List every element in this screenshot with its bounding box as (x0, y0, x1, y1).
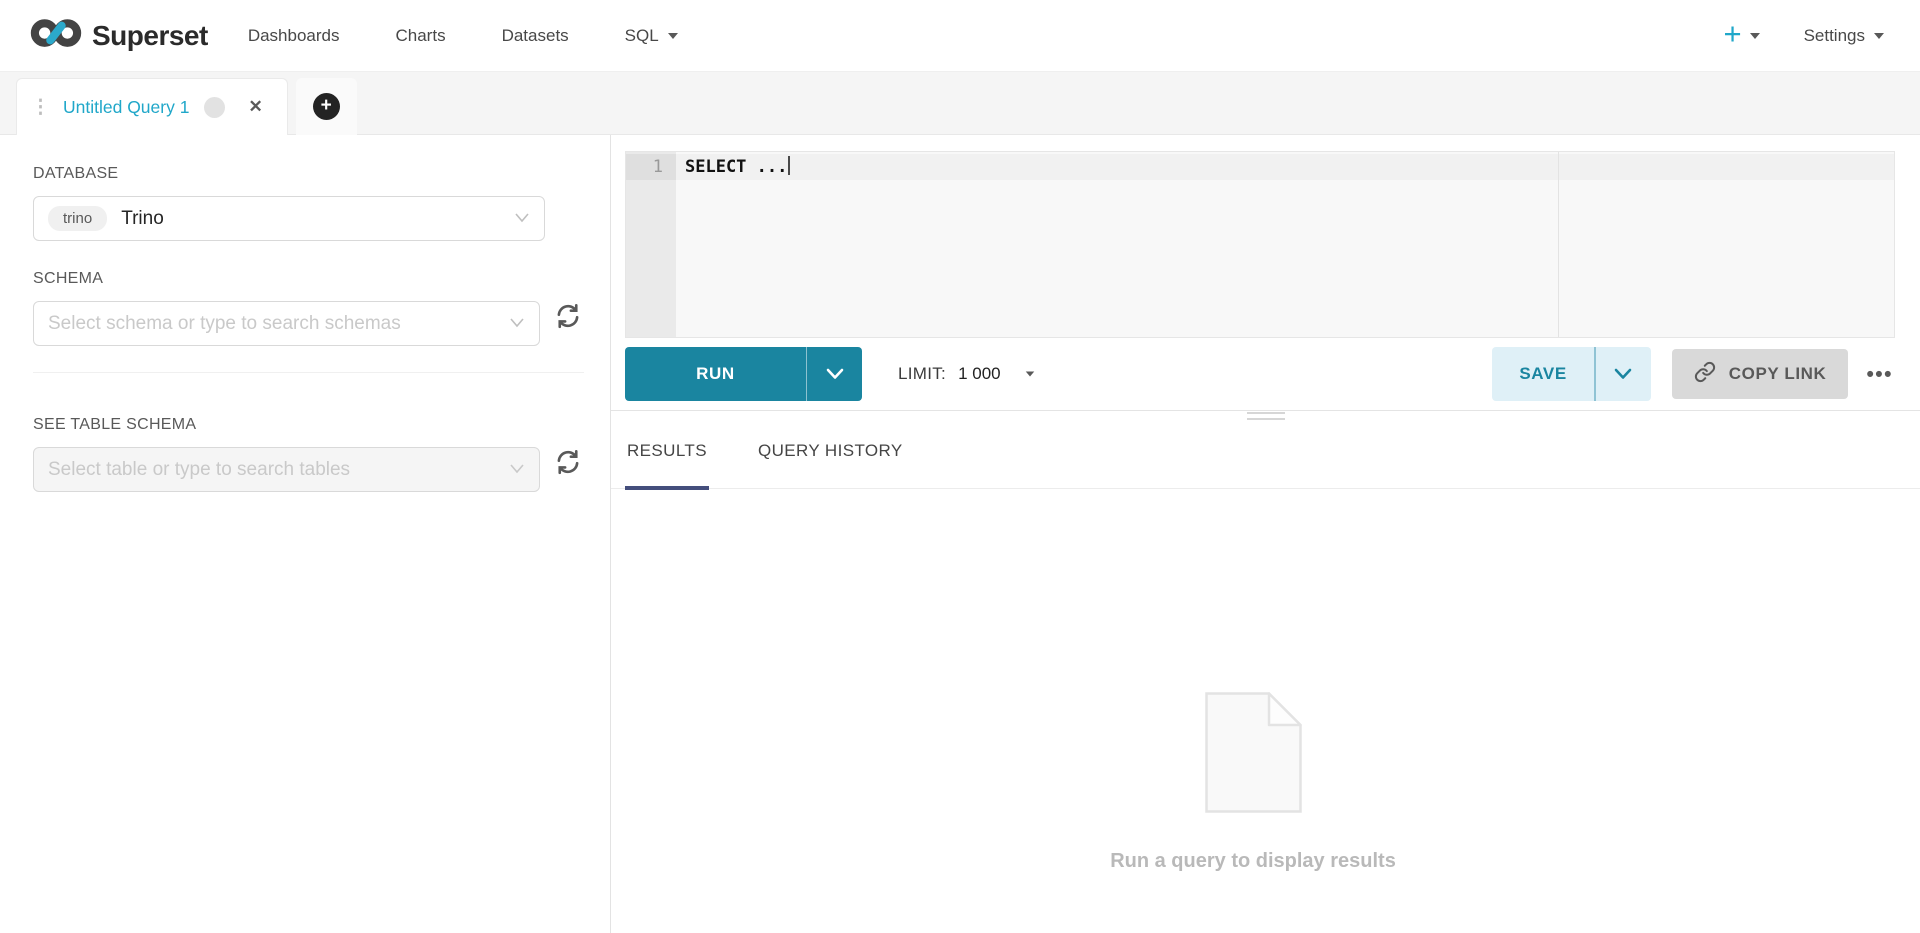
text-cursor (788, 156, 790, 175)
limit-dropdown[interactable]: LIMIT: 1 000 (898, 364, 1035, 384)
save-split-button: SAVE (1492, 347, 1650, 401)
pane-resize-handle[interactable] (1247, 408, 1285, 424)
run-button[interactable]: RUN (625, 347, 806, 401)
save-options-button[interactable] (1596, 347, 1651, 401)
ellipsis-icon: ••• (1866, 363, 1893, 386)
settings-menu[interactable]: Settings (1804, 26, 1884, 46)
chevron-down-icon (1874, 33, 1884, 39)
database-value: Trino (121, 208, 164, 230)
more-actions-button[interactable]: ••• (1864, 358, 1895, 391)
table-select-input[interactable] (48, 459, 509, 481)
limit-value: 1 000 (958, 364, 1001, 384)
refresh-icon (553, 301, 583, 334)
database-select[interactable]: trino Trino (33, 196, 545, 241)
nav-item-sql[interactable]: SQL (625, 26, 678, 46)
sql-editor-panel: 1 SELECT ... RUN LIMIT (611, 135, 1920, 933)
limit-label: LIMIT: (898, 364, 946, 384)
save-button[interactable]: SAVE (1492, 347, 1593, 401)
document-icon (1205, 692, 1302, 818)
nav-menu: Dashboards Charts Datasets SQL (248, 26, 678, 46)
results-empty-state: Run a query to display results (611, 489, 1895, 873)
nav-item-charts[interactable]: Charts (396, 26, 446, 46)
results-panel: RESULTS QUERY HISTORY Run a query to dis… (611, 411, 1920, 933)
copy-link-label: COPY LINK (1729, 364, 1827, 384)
database-type-tag: trino (48, 206, 107, 231)
refresh-schemas-button[interactable] (552, 301, 584, 333)
tab-results[interactable]: RESULTS (625, 411, 709, 488)
empty-state-message: Run a query to display results (1110, 850, 1396, 873)
sql-code-text: SELECT ... (685, 157, 787, 177)
sql-lab-sidebar: DATABASE trino Trino SCHEMA (0, 135, 611, 933)
table-select[interactable] (33, 447, 540, 492)
nav-item-datasets[interactable]: Datasets (502, 26, 569, 46)
chevron-down-icon (1750, 33, 1760, 39)
query-state-indicator (204, 97, 225, 118)
plus-icon: + (1723, 18, 1741, 49)
sidebar-divider (33, 372, 584, 373)
chevron-down-icon (509, 315, 525, 333)
settings-label: Settings (1804, 26, 1865, 46)
schema-select[interactable] (33, 301, 540, 346)
close-tab-icon[interactable]: ✕ (248, 97, 262, 117)
editor-code-area[interactable]: SELECT ... (676, 152, 1894, 337)
link-icon (1694, 361, 1716, 388)
sql-code-editor[interactable]: 1 SELECT ... (625, 151, 1895, 338)
run-split-button: RUN (625, 347, 862, 401)
query-tab-title[interactable]: Untitled Query 1 (63, 97, 189, 118)
navbar: Superset Dashboards Charts Datasets SQL … (0, 0, 1920, 72)
editor-toolbar-row: RUN LIMIT: 1 000 SAVE (611, 338, 1920, 411)
copy-link-button[interactable]: COPY LINK (1672, 349, 1849, 399)
infinity-logo-icon (30, 13, 82, 58)
chevron-down-icon (668, 33, 678, 39)
run-options-button[interactable] (807, 347, 862, 401)
schema-label: SCHEMA (33, 269, 584, 288)
nav-item-dashboards[interactable]: Dashboards (248, 26, 340, 46)
add-tab-button[interactable]: + (313, 93, 340, 120)
editor-gutter: 1 (626, 152, 676, 337)
line-number: 1 (626, 154, 676, 180)
schema-select-input[interactable] (48, 313, 509, 335)
query-tab-strip: ⋮ Untitled Query 1 ✕ + (0, 72, 1920, 135)
superset-logo[interactable]: Superset (30, 13, 208, 58)
query-tab-active[interactable]: ⋮ Untitled Query 1 ✕ (16, 78, 288, 135)
new-item-dropdown[interactable]: + (1723, 22, 1759, 49)
refresh-icon (553, 447, 583, 480)
tab-menu-dots-icon[interactable]: ⋮ (31, 98, 50, 117)
sql-lab-main: DATABASE trino Trino SCHEMA (0, 135, 1920, 933)
add-tab-area: + (296, 78, 357, 135)
table-schema-label: SEE TABLE SCHEMA (33, 415, 584, 434)
database-label: DATABASE (33, 164, 584, 183)
chevron-down-icon (1025, 371, 1034, 376)
brand-name: Superset (92, 20, 208, 52)
chevron-down-icon (826, 368, 844, 380)
navbar-right: + Settings (1723, 22, 1884, 49)
chevron-down-icon (514, 210, 530, 228)
chevron-down-icon (509, 461, 525, 479)
chevron-down-icon (1614, 368, 1632, 380)
tab-query-history[interactable]: QUERY HISTORY (756, 411, 905, 488)
refresh-tables-button[interactable] (552, 447, 584, 479)
